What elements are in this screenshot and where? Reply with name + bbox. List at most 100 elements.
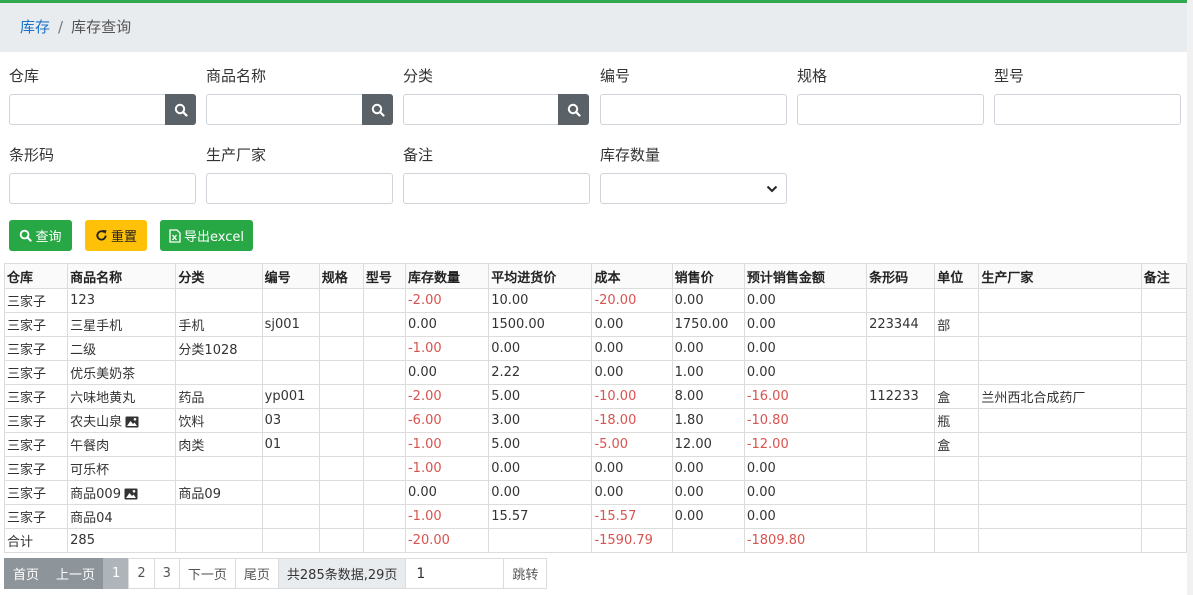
header-stock-qty[interactable]: 库存数量 xyxy=(404,263,490,289)
reset-button[interactable]: 重置 xyxy=(85,220,147,251)
cell-product-name: 六味地黄丸 xyxy=(67,384,177,409)
table-row[interactable]: 三家子 午餐肉 肉类 01 -1.00 5.00 -5.00 12.00 -12.00 盒 xyxy=(3,432,1188,457)
search-icon xyxy=(371,103,385,117)
page-2-button[interactable]: 2 xyxy=(128,558,155,589)
page-scrollbar[interactable] xyxy=(1187,0,1193,595)
warehouse-search-button[interactable] xyxy=(165,94,196,125)
export-excel-button[interactable]: 导出excel xyxy=(160,220,253,251)
image-icon[interactable] xyxy=(125,416,139,428)
cell-barcode xyxy=(866,336,936,361)
table-row[interactable]: 三家子 优乐美奶茶 0.00 2.22 0.00 1.00 0.00 xyxy=(3,360,1188,385)
first-page-button[interactable]: 首页 xyxy=(4,558,49,589)
cell-category-value: 肉类 xyxy=(178,439,205,454)
export-button-label: 导出excel xyxy=(184,230,244,245)
category-input[interactable] xyxy=(403,94,559,125)
table-row[interactable]: 三家子 商品04 -1.00 15.57 -15.57 0.00 0.00 xyxy=(3,504,1188,529)
cell-est-sales-value: -10.80 xyxy=(746,413,789,428)
manufacturer-input[interactable] xyxy=(206,173,393,204)
table-header-row: 仓库 商品名称 分类 编号 规格 型号 库存数量 平均进货价 成本 销售价 预计… xyxy=(3,263,1188,289)
header-manufacturer[interactable]: 生产厂家 xyxy=(978,263,1142,289)
table-row[interactable]: 三家子 农夫山泉 饮料 03 -6.00 3.00 -18.00 1.80 -10.80 瓶 xyxy=(3,408,1188,433)
cell-est-sales-value: 0.00 xyxy=(746,293,776,308)
code-input[interactable] xyxy=(600,94,787,125)
pagination-info: 共285条数据,29页 xyxy=(277,558,407,589)
header-category[interactable]: 分类 xyxy=(175,263,263,289)
cell-warehouse: 三家子 xyxy=(3,384,69,409)
cell-cost: -15.57 xyxy=(591,504,673,529)
header-spec[interactable]: 规格 xyxy=(318,263,364,289)
header-cost[interactable]: 成本 xyxy=(591,263,673,289)
header-barcode[interactable]: 条形码 xyxy=(866,263,936,289)
product-name-search-button[interactable] xyxy=(362,94,393,125)
spec-input[interactable] xyxy=(797,94,984,125)
jump-page-input[interactable] xyxy=(405,558,505,589)
image-icon[interactable] xyxy=(124,488,138,500)
cell-barcode xyxy=(866,480,936,505)
header-warehouse[interactable]: 仓库 xyxy=(3,263,69,289)
cell-spec xyxy=(318,504,364,529)
header-est-sales[interactable]: 预计销售金额 xyxy=(743,263,868,289)
cell-code xyxy=(261,288,320,313)
cell-avg-price: 3.00 xyxy=(488,408,593,433)
header-code[interactable]: 编号 xyxy=(261,263,320,289)
cell-unit: 盒 xyxy=(934,432,980,457)
remark-input[interactable] xyxy=(403,173,590,204)
product-name-input[interactable] xyxy=(206,94,363,125)
table-row[interactable]: 三家子 二级 分类1028 -1.00 0.00 0.00 0.00 0.00 xyxy=(3,336,1188,361)
cell-avg-price-value: 5.00 xyxy=(491,437,521,452)
table-row[interactable]: 三家子 商品009 商品09 0.00 0.00 0.00 0.00 0.00 xyxy=(3,480,1188,505)
cell-est-sales: 0.00 xyxy=(743,360,868,385)
cell-cost-value: 0.00 xyxy=(594,317,624,332)
query-button[interactable]: 查询 xyxy=(9,220,72,251)
cell-sale-price: 0.00 xyxy=(671,336,745,361)
table-row[interactable]: 三家子 六味地黄丸 药品 yp001 -2.00 5.00 -10.00 8.00 -16.00… xyxy=(3,384,1188,409)
cell-spec xyxy=(318,312,364,337)
header-remark[interactable]: 备注 xyxy=(1140,263,1188,289)
warehouse-input[interactable] xyxy=(9,94,166,125)
header-model[interactable]: 型号 xyxy=(362,263,406,289)
manufacturer-label: 生产厂家 xyxy=(206,146,267,164)
cell-sale-price-value: 0.00 xyxy=(674,461,704,476)
cell-warehouse-value: 三家子 xyxy=(7,487,47,502)
jump-button[interactable]: 跳转 xyxy=(503,558,548,589)
page-3-button[interactable]: 3 xyxy=(153,558,180,589)
barcode-input[interactable] xyxy=(9,173,196,204)
cell-spec xyxy=(318,288,364,313)
cell-warehouse: 三家子 xyxy=(3,504,69,529)
cell-spec xyxy=(318,360,364,385)
category-search-button[interactable] xyxy=(558,94,589,125)
cell-category xyxy=(175,504,263,529)
cell-avg-price: 0.00 xyxy=(488,336,593,361)
model-input[interactable] xyxy=(994,94,1181,125)
breadcrumb-parent-link[interactable]: 库存 xyxy=(20,18,50,36)
header-product-name[interactable]: 商品名称 xyxy=(67,263,177,289)
chevron-down-icon xyxy=(766,185,778,192)
header-sale-price[interactable]: 销售价 xyxy=(671,263,745,289)
table-row[interactable]: 三家子 三星手机 手机 sj001 0.00 1500.00 0.00 1750.00 0.00… xyxy=(3,312,1188,337)
cell-unit-value: 盒 xyxy=(937,439,951,454)
cell-est-sales-value: 0.00 xyxy=(746,341,776,356)
cell-remark xyxy=(1140,408,1188,433)
cell-stock-qty-value: -1.00 xyxy=(407,437,442,452)
cell-est-sales-value: 0.00 xyxy=(746,317,776,332)
table-row[interactable]: 三家子 123 -2.00 10.00 -20.00 0.00 0.00 xyxy=(3,288,1188,313)
cell-stock-qty: -2.00 xyxy=(404,288,490,313)
table-row[interactable]: 三家子 可乐杯 -1.00 0.00 0.00 0.00 0.00 xyxy=(3,456,1188,481)
cell-avg-price: 15.57 xyxy=(488,504,593,529)
stock-qty-select[interactable] xyxy=(600,173,787,204)
page-1-button[interactable]: 1 xyxy=(103,558,130,589)
cell-model xyxy=(362,504,406,529)
cell-sale-price-value: 0.00 xyxy=(674,341,704,356)
cell-warehouse-value: 三家子 xyxy=(7,295,47,310)
last-page-button[interactable]: 尾页 xyxy=(234,558,279,589)
next-page-button[interactable]: 下一页 xyxy=(178,558,236,589)
cell-remark xyxy=(1140,360,1188,385)
header-avg-price[interactable]: 平均进货价 xyxy=(488,263,593,289)
cell-est-sales-value: 0.00 xyxy=(746,365,776,380)
prev-page-button[interactable]: 上一页 xyxy=(47,558,105,589)
cell-unit xyxy=(934,456,980,481)
cell-category: 商品09 xyxy=(175,480,263,505)
header-unit[interactable]: 单位 xyxy=(934,263,980,289)
cell-model xyxy=(362,288,406,313)
cell-product-name: 三星手机 xyxy=(67,312,177,337)
